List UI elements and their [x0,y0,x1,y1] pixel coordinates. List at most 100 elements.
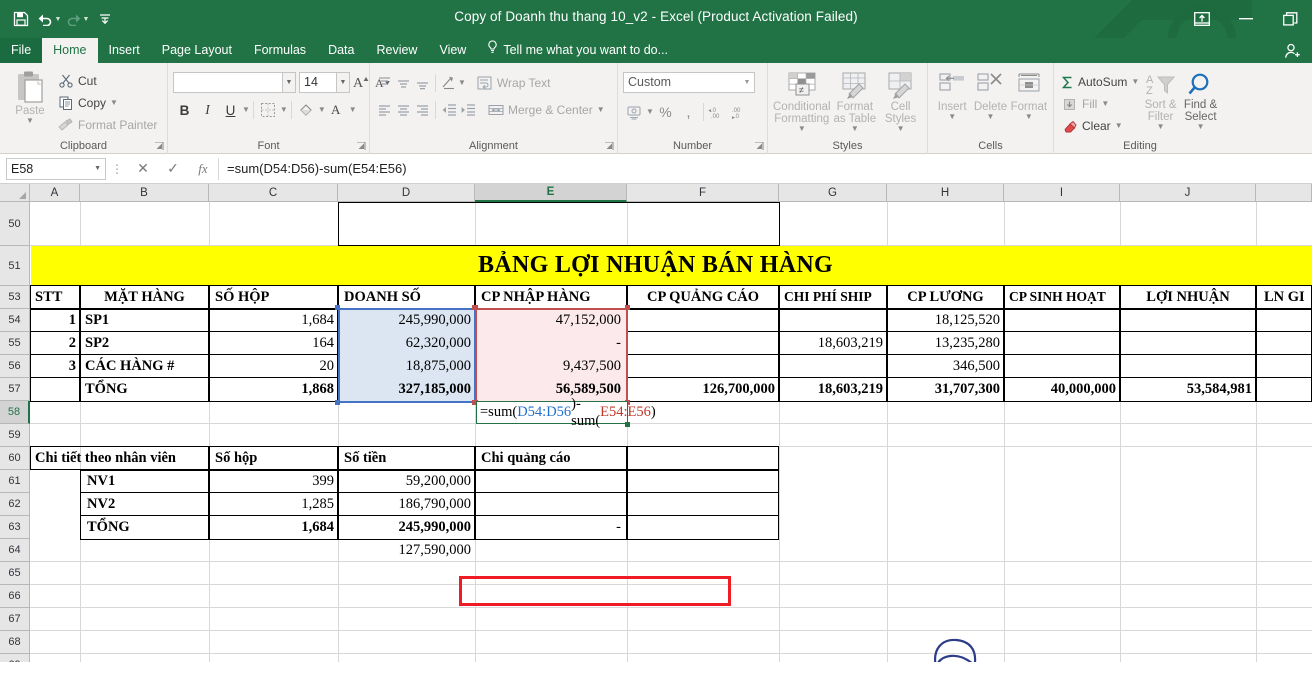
autosum-button[interactable]: AutoSum ▼ [1059,71,1141,93]
cell-h55[interactable]: 13,235,280 [887,332,1004,354]
increase-decimal-icon[interactable]: .0.00 [707,101,730,123]
minimize-icon[interactable] [1224,0,1268,38]
cell-b63[interactable]: TỔNG [84,516,209,538]
tab-home[interactable]: Home [42,38,98,63]
cell-c54[interactable]: 1,684 [209,309,338,331]
row-header-61[interactable]: 61 [0,470,30,493]
comma-style-button[interactable]: , [677,101,700,123]
column-header-j[interactable]: J [1120,184,1256,202]
insert-cells-button[interactable]: Insert ▼ [933,69,971,135]
share-person-icon[interactable] [1274,38,1312,63]
cell-c62[interactable]: 1,285 [209,493,338,515]
row-header-63[interactable]: 63 [0,516,30,539]
alignment-dialog-launcher-icon[interactable] [605,141,614,151]
merge-center-button[interactable]: Merge & Center ▼ [487,101,605,118]
delete-cells-button[interactable]: Delete ▼ [971,69,1009,135]
conditional-formatting-caret-icon[interactable]: ▼ [798,125,806,133]
cell-b54[interactable]: SP1 [82,309,209,331]
align-top-icon[interactable] [375,73,394,92]
restore-icon[interactable] [1268,0,1312,38]
cell-c55[interactable]: 164 [209,332,338,354]
decrease-indent-icon[interactable] [439,100,458,119]
cell-c61[interactable]: 399 [209,470,338,492]
borders-icon[interactable] [257,99,280,121]
fill-color-caret-icon[interactable]: ▼ [318,106,326,114]
align-middle-icon[interactable] [394,73,413,92]
row-header-56[interactable]: 56 [0,355,30,378]
align-bottom-icon[interactable] [413,73,432,92]
tab-file[interactable]: File [0,38,43,63]
number-format-caret-icon[interactable]: ▼ [740,73,754,92]
clear-caret-icon[interactable]: ▼ [1115,122,1123,130]
cell-e63[interactable]: - [475,516,625,538]
font-size-input[interactable]: 14 [299,71,337,93]
orientation-icon[interactable] [439,73,458,92]
paste-caret-icon[interactable]: ▼ [26,117,34,125]
row-header-59[interactable]: 59 [0,424,30,447]
align-center-icon[interactable] [394,100,413,119]
column-header-e[interactable]: E [475,184,627,202]
column-header-a[interactable]: A [30,184,80,202]
row-header-50[interactable]: 50 [0,202,30,246]
tab-view[interactable]: View [428,38,477,63]
column-header-d[interactable]: D [338,184,475,202]
cell-styles-button[interactable]: Cell Styles ▼ [879,69,922,135]
tab-insert[interactable]: Insert [98,38,151,63]
clear-button[interactable]: Clear ▼ [1059,115,1141,137]
cell-h57[interactable]: 31,707,300 [887,378,1004,400]
number-format-select[interactable]: Custom ▼ [623,72,755,93]
format-cells-caret-icon[interactable]: ▼ [1025,113,1033,121]
cell-f57[interactable]: 126,700,000 [627,378,779,400]
column-header-c[interactable]: C [209,184,338,202]
row-header-57[interactable]: 57 [0,378,30,401]
cell-c63[interactable]: 1,684 [209,516,338,538]
decrease-decimal-icon[interactable]: .00.0 [730,101,753,123]
row-header-65[interactable]: 65 [0,562,30,585]
tab-formulas[interactable]: Formulas [243,38,317,63]
font-color-icon[interactable]: A [326,99,349,121]
fill-color-icon[interactable] [295,99,318,121]
font-name-input[interactable] [173,71,283,93]
row-header-60[interactable]: 60 [0,447,30,470]
format-cells-button[interactable]: Format ▼ [1010,69,1048,135]
italic-button[interactable]: I [196,99,219,121]
row-header-54[interactable]: 54 [0,309,30,332]
underline-button[interactable]: U [219,99,242,121]
tab-page-layout[interactable]: Page Layout [151,38,243,63]
row-header-53[interactable]: 53 [0,286,30,309]
delete-cells-caret-icon[interactable]: ▼ [987,113,995,121]
accounting-format-icon[interactable] [623,101,646,123]
range-handle-d-bl[interactable] [335,400,340,405]
cell-c56[interactable]: 20 [209,355,338,377]
cell-e58-editor[interactable]: =sum(D54:D56)-sum(E54:E56) [476,396,656,429]
wrap-text-button[interactable]: Wrap Text [476,74,551,91]
format-as-table-button[interactable]: Format as Table ▼ [831,69,880,135]
cell-d62[interactable]: 186,790,000 [338,493,475,515]
cancel-formula-icon[interactable]: ✕ [128,158,158,180]
clipboard-dialog-launcher-icon[interactable] [155,141,164,151]
percent-style-button[interactable]: % [654,101,677,123]
find-select-button[interactable]: Find & Select ▼ [1180,69,1221,135]
row-header-58[interactable]: 58 [0,401,30,424]
column-header-f[interactable]: F [627,184,779,202]
formula-input[interactable]: =sum(D54:D56)-sum(E54:E56) [218,157,1312,180]
column-header-b[interactable]: B [80,184,209,202]
row-header-51[interactable]: 51 [0,246,30,286]
number-dialog-launcher-icon[interactable] [755,141,764,151]
cell-b62[interactable]: NV2 [84,493,209,515]
row-header-69[interactable]: 69 [0,654,30,662]
paste-button[interactable]: Paste ▼ [5,67,55,135]
cell-b55[interactable]: SP2 [82,332,209,354]
range-handle-e-tl[interactable] [472,305,477,310]
cell-f54[interactable] [627,309,779,331]
cell-styles-caret-icon[interactable]: ▼ [897,125,905,133]
tab-review[interactable]: Review [365,38,428,63]
row-header-67[interactable]: 67 [0,608,30,631]
cell-h56[interactable]: 346,500 [887,355,1004,377]
align-left-icon[interactable] [375,100,394,119]
tell-me-box[interactable]: Tell me what you want to do... [477,38,678,63]
find-select-caret-icon[interactable]: ▼ [1197,123,1205,131]
row-header-62[interactable]: 62 [0,493,30,516]
name-box[interactable]: E58 ▼ [6,157,106,180]
copy-button[interactable]: Copy ▼ [55,92,159,114]
